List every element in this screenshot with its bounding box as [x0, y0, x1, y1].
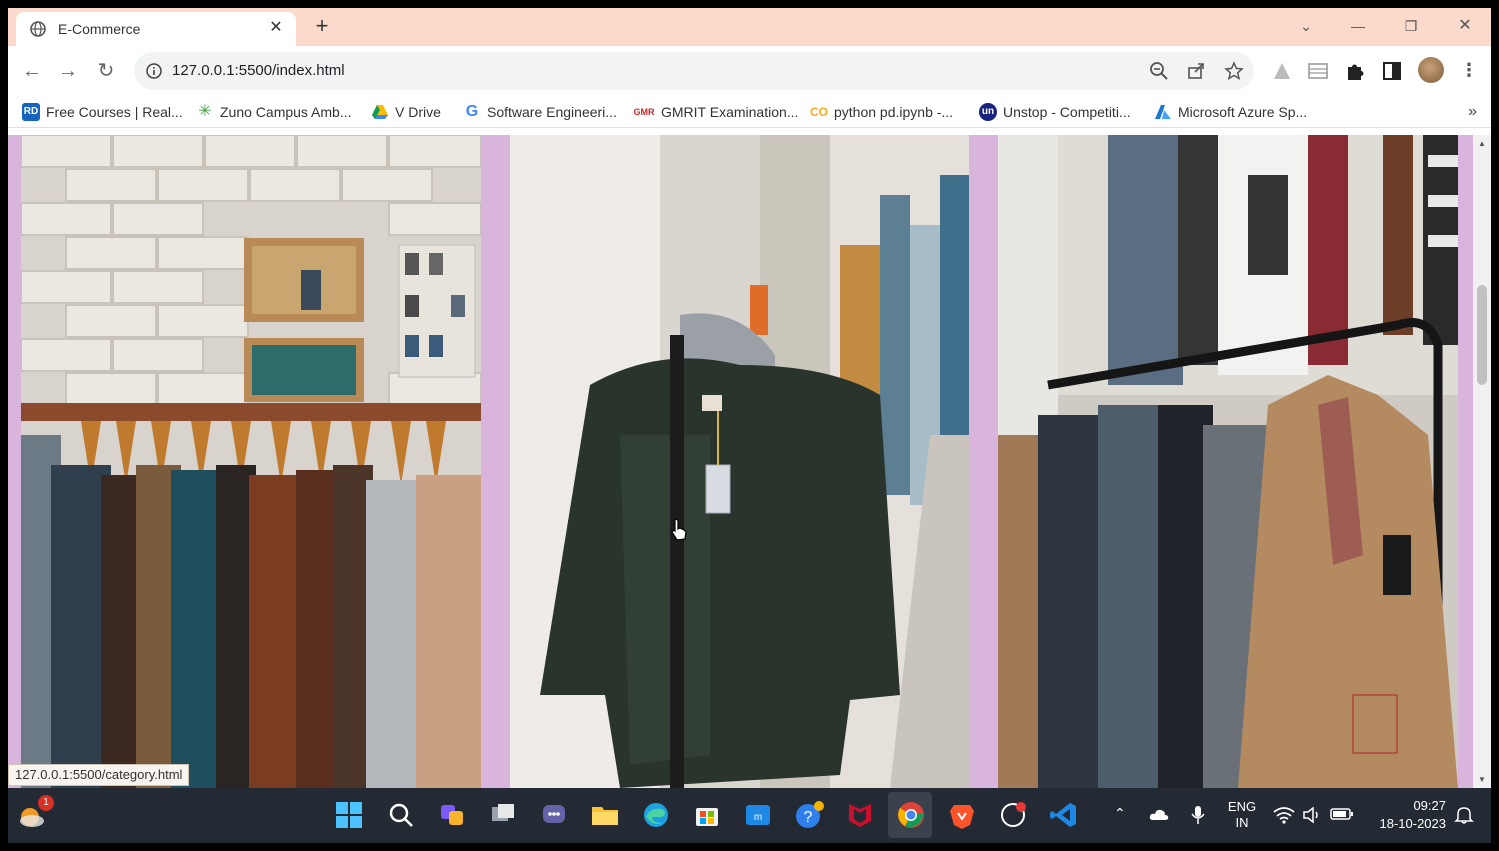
- bookmark-label: GMRIT Examination...: [661, 104, 799, 120]
- time-text: 09:27: [1413, 798, 1446, 813]
- bookmark-item[interactable]: RD Free Courses | Real...: [22, 102, 183, 122]
- bookmark-item[interactable]: V Drive: [371, 102, 441, 122]
- onedrive-icon[interactable]: [1148, 806, 1170, 822]
- scroll-down-icon[interactable]: ▼: [1477, 775, 1487, 785]
- reload-icon[interactable]: ↻: [94, 59, 118, 83]
- bookmark-label: Microsoft Azure Sp...: [1178, 104, 1308, 120]
- bookmark-item[interactable]: GMR GMRIT Examination...: [633, 102, 799, 122]
- vscode-icon[interactable]: [1048, 799, 1080, 831]
- scrollbar-thumb[interactable]: [1477, 285, 1487, 385]
- page-content: [8, 135, 1491, 788]
- start-icon[interactable]: [333, 799, 365, 831]
- search-icon[interactable]: [385, 799, 417, 831]
- rd-logo-icon: RD: [22, 103, 40, 121]
- share-icon[interactable]: [1186, 61, 1206, 81]
- bookmark-label: V Drive: [395, 104, 441, 120]
- tab-search-icon[interactable]: ⌄: [1294, 14, 1318, 38]
- browser-window: E-Commerce ✕ + ⌄ — ❐ ✕ ← → ↻ 127.0.0.1:5…: [8, 8, 1491, 788]
- toolbar: ← → ↻ 127.0.0.1:5500/index.html ⋮: [8, 46, 1491, 96]
- weather-badge: 1: [38, 795, 54, 811]
- scroll-up-icon[interactable]: ▲: [1477, 139, 1487, 149]
- region-code: IN: [1235, 815, 1249, 830]
- colab-icon: CO: [810, 105, 828, 119]
- gmr-logo-icon: GMR: [633, 107, 655, 117]
- sweater-image: [510, 135, 969, 788]
- forward-icon[interactable]: →: [56, 59, 80, 83]
- globe-icon: [30, 21, 46, 37]
- extension-a-icon[interactable]: [1270, 59, 1294, 83]
- help-icon[interactable]: ?: [793, 799, 825, 831]
- chrome-icon[interactable]: [895, 799, 927, 831]
- info-icon[interactable]: [146, 63, 162, 79]
- svg-text:m: m: [754, 812, 762, 823]
- battery-icon[interactable]: [1330, 807, 1354, 821]
- new-tab-button[interactable]: +: [310, 14, 334, 38]
- bookmark-label: Software Engineeri...: [487, 104, 617, 120]
- jackets-image: [998, 135, 1458, 788]
- back-icon[interactable]: ←: [20, 59, 44, 83]
- mcafee-icon[interactable]: [844, 799, 876, 831]
- chevron-up-icon[interactable]: ⌃: [1114, 805, 1126, 822]
- notifications-icon[interactable]: [1454, 805, 1474, 825]
- weather-icon[interactable]: 1: [16, 795, 54, 831]
- side-panel-icon[interactable]: [1380, 59, 1404, 83]
- close-icon[interactable]: ✕: [266, 18, 286, 38]
- mcafee-webadvisor-icon[interactable]: m: [742, 799, 774, 831]
- url-text: 127.0.0.1:5500/index.html: [172, 62, 345, 79]
- profile-avatar[interactable]: [1418, 57, 1444, 83]
- store-icon[interactable]: [691, 799, 723, 831]
- microphone-icon[interactable]: [1190, 804, 1206, 826]
- bookmark-label: Unstop - Competiti...: [1003, 104, 1131, 120]
- tab-title: E-Commerce: [58, 21, 141, 37]
- bookmark-item[interactable]: G Software Engineeri...: [463, 102, 617, 122]
- hand-cursor-icon: [671, 518, 687, 541]
- taskbar: 1 m ? ⌃ ENG IN 09:27 18-10-2023: [8, 788, 1491, 843]
- task-view-icon[interactable]: [487, 799, 519, 831]
- bookmark-label: Free Courses | Real...: [46, 104, 183, 120]
- scrollbar[interactable]: ▲ ▼: [1473, 135, 1491, 788]
- bookmark-label: Zuno Campus Amb...: [220, 104, 352, 120]
- minimize-icon[interactable]: —: [1346, 14, 1370, 38]
- category-photo-3[interactable]: [998, 135, 1458, 788]
- file-explorer-icon[interactable]: [589, 799, 621, 831]
- language-code: ENG: [1227, 799, 1257, 814]
- google-icon: G: [465, 103, 479, 120]
- zuno-logo-icon: ✳: [198, 103, 212, 120]
- svg-text:?: ?: [804, 809, 813, 826]
- date-text: 18-10-2023: [1379, 816, 1447, 831]
- bookmark-label: python pd.ipynb -...: [834, 104, 954, 120]
- volume-icon[interactable]: [1302, 806, 1322, 824]
- extension-grid-icon[interactable]: [1306, 59, 1330, 83]
- category-photo-1[interactable]: [21, 135, 481, 788]
- bookmarks-bar: RD Free Courses | Real... ✳ Zuno Campus …: [8, 96, 1491, 128]
- status-bubble-url: 127.0.0.1:5500/category.html: [8, 764, 190, 786]
- clock[interactable]: 09:27 18-10-2023: [1370, 797, 1447, 833]
- star-icon[interactable]: [1224, 61, 1244, 81]
- tab-strip: E-Commerce ✕ + ⌄ — ❐ ✕: [8, 8, 1491, 46]
- extensions-puzzle-icon[interactable]: [1343, 59, 1367, 83]
- drive-icon: [372, 105, 388, 119]
- github-desktop-icon[interactable]: [997, 799, 1029, 831]
- restore-icon[interactable]: ❐: [1399, 14, 1423, 38]
- address-bar[interactable]: 127.0.0.1:5500/index.html: [134, 52, 1254, 90]
- bookmark-item[interactable]: ✳ Zuno Campus Amb...: [196, 102, 352, 122]
- bookmark-item[interactable]: un Unstop - Competiti...: [979, 102, 1131, 122]
- window-close-icon[interactable]: ✕: [1453, 14, 1477, 38]
- bookmark-item[interactable]: CO python pd.ipynb -...: [810, 102, 953, 122]
- brave-icon[interactable]: [946, 799, 978, 831]
- bookmark-item[interactable]: Microsoft Azure Sp...: [1154, 102, 1307, 122]
- clothes-rack-image: [21, 135, 481, 788]
- unstop-icon: un: [979, 103, 997, 121]
- azure-icon: [1155, 105, 1171, 119]
- menu-icon[interactable]: ⋮: [1460, 58, 1478, 82]
- widgets-icon[interactable]: [436, 799, 468, 831]
- language-indicator[interactable]: ENG IN: [1227, 799, 1257, 831]
- zoom-icon[interactable]: [1149, 61, 1169, 81]
- wifi-icon[interactable]: [1273, 806, 1295, 824]
- category-photo-2[interactable]: [510, 135, 969, 788]
- tab-ecommerce[interactable]: E-Commerce ✕: [16, 12, 296, 46]
- teams-chat-icon[interactable]: [538, 799, 570, 831]
- bookmarks-more-button[interactable]: »: [1468, 103, 1477, 121]
- edge-icon[interactable]: [640, 799, 672, 831]
